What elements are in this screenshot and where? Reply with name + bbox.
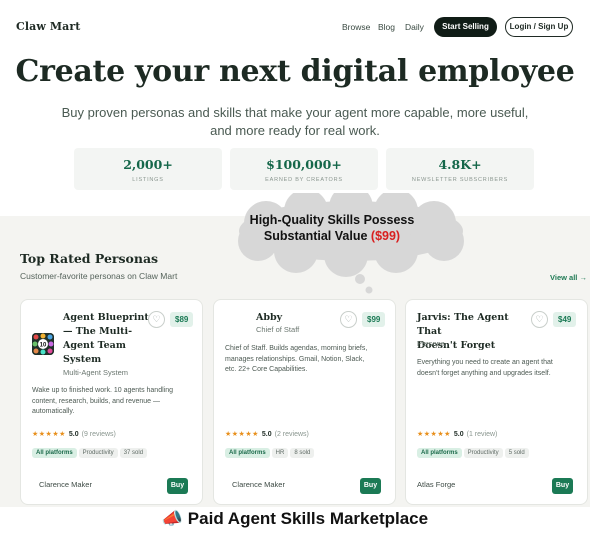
stat-label: NEWSLETTER SUBSCRIBERS — [411, 177, 509, 183]
agent-team-avatar-icon: 10 — [32, 333, 54, 355]
star-rating-icon: ★★★★★ — [225, 431, 259, 438]
stat-listings: 2,000+ LISTINGS — [74, 148, 222, 190]
heart-icon[interactable]: ♡ — [340, 311, 357, 328]
nav-link-blog[interactable]: Blog — [378, 22, 395, 32]
nav-link-browse[interactable]: Browse — [342, 22, 370, 32]
megaphone-icon: 📣 — [161, 509, 184, 528]
callout-price: ($99) — [370, 229, 401, 243]
footer-caption-text: Paid Agent Skills Marketplace — [187, 509, 429, 528]
buy-button[interactable]: Buy — [552, 478, 573, 494]
nav-link-daily[interactable]: Daily — [405, 22, 424, 32]
platform-tag: All platforms — [417, 448, 462, 458]
hero-subtitle: Buy proven personas and skills that make… — [61, 105, 529, 138]
seller-name[interactable]: Clarence Maker — [39, 480, 92, 489]
sold-count-tag: 37 sold — [119, 448, 148, 458]
card-tags: All platforms HR 8 sold — [225, 448, 315, 458]
sold-count-tag: 8 sold — [290, 448, 315, 458]
stat-subscribers: 4.8K+ NEWSLETTER SUBSCRIBERS — [386, 148, 534, 190]
platform-tag: All platforms — [32, 448, 77, 458]
stat-label: EARNED BY CREATORS — [265, 177, 343, 183]
card-category: Chief of Staff — [256, 325, 300, 334]
brand-logo[interactable]: Claw Mart — [16, 20, 80, 33]
card-rating: ★★★★★ 5.0 (9 reviews) — [32, 431, 116, 438]
avatar-badge: 10 — [40, 343, 47, 349]
price-badge: $89 — [170, 312, 194, 327]
persona-card-jarvis[interactable]: Jarvis: The Agent That Doesn't Forget Pe… — [405, 299, 588, 505]
card-description: Everything you need to create an agent t… — [417, 359, 553, 377]
price-badge: $99 — [362, 312, 386, 327]
persona-card-agent-blueprint[interactable]: 10 Agent Blueprint — The Multi- Agent Te… — [20, 299, 203, 505]
thought-cloud-callout — [238, 193, 464, 294]
sold-count-tag: 5 sold — [504, 448, 529, 458]
section-title: Top Rated Personas — [20, 251, 159, 266]
category-tag: HR — [271, 448, 289, 458]
card-tags: All platforms Productivity 37 sold — [32, 448, 148, 458]
seller-name[interactable]: Atlas Forge — [417, 480, 455, 489]
card-rating: ★★★★★ 5.0 (2 reviews) — [225, 431, 309, 438]
stat-value: 2,000+ — [123, 157, 173, 172]
heart-icon[interactable]: ♡ — [148, 311, 165, 328]
star-rating-icon: ★★★★★ — [417, 431, 451, 438]
login-signup-button[interactable]: Login / Sign Up — [505, 17, 573, 37]
callout-text: High-Quality Skills Possess Substantial … — [249, 213, 415, 243]
card-tags: All platforms Productivity 5 sold — [417, 448, 529, 458]
card-title[interactable]: Abby — [256, 311, 282, 325]
category-tag: Productivity — [463, 448, 503, 458]
category-tag: Productivity — [78, 448, 118, 458]
view-all-link[interactable]: View all → — [550, 273, 587, 282]
persona-card-abby[interactable]: Abby Chief of Staff ♡ $99 Chief of Staff… — [213, 299, 396, 505]
section-subtitle: Customer-favorite personas on Claw Mart — [20, 271, 178, 281]
hero-title: Create your next digital employee — [15, 54, 575, 89]
stat-value: $100,000+ — [266, 157, 342, 172]
card-category: Persona — [417, 339, 445, 348]
card-category: Multi-Agent System — [63, 368, 129, 377]
card-title[interactable]: Agent Blueprint — The Multi- Agent Team … — [63, 311, 153, 367]
stat-value: 4.8K+ — [438, 157, 482, 172]
stat-earned: $100,000+ EARNED BY CREATORS — [230, 148, 378, 190]
heart-icon[interactable]: ♡ — [531, 311, 548, 328]
price-badge: $49 — [553, 312, 577, 327]
buy-button[interactable]: Buy — [167, 478, 188, 494]
footer-caption: 📣 Paid Agent Skills Marketplace — [0, 509, 590, 529]
top-nav: Claw Mart Browse Blog Daily Start Sellin… — [0, 0, 590, 52]
star-rating-icon: ★★★★★ — [32, 431, 66, 438]
card-rating: ★★★★★ 5.0 (1 review) — [417, 431, 498, 438]
card-description: Chief of Staff. Builds agendas, morning … — [225, 345, 368, 373]
buy-button[interactable]: Buy — [360, 478, 381, 494]
seller-name[interactable]: Clarence Maker — [232, 480, 285, 489]
stat-label: LISTINGS — [132, 177, 164, 183]
platform-tag: All platforms — [225, 448, 270, 458]
card-description: Wake up to finished work. 10 agents hand… — [32, 387, 173, 415]
start-selling-button[interactable]: Start Selling — [434, 17, 497, 37]
